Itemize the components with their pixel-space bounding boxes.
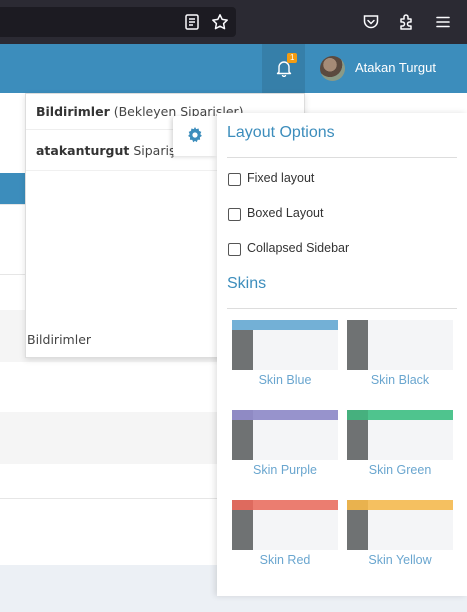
skin-purple-option[interactable]: Skin Purple xyxy=(232,410,338,480)
skin-label: Skin Red xyxy=(259,553,311,567)
skin-body-swatch xyxy=(253,330,338,370)
boxed-layout-checkbox[interactable] xyxy=(228,208,241,221)
control-sidebar-toggle[interactable] xyxy=(173,116,217,156)
notifications-footer-link[interactable]: Bildirimler xyxy=(27,332,91,347)
skin-green-option[interactable]: Skin Green xyxy=(347,410,453,480)
skin-label: Skin Black xyxy=(370,373,430,387)
bookmark-star-icon[interactable] xyxy=(210,13,230,31)
pocket-icon[interactable] xyxy=(361,13,381,31)
skin-sidebar-swatch xyxy=(232,510,253,550)
skin-body-swatch xyxy=(253,510,338,550)
notification-item[interactable]: atakanturgut Sipariş Be xyxy=(36,143,196,158)
main-header: 1 Atakan Turgut xyxy=(0,44,467,93)
skin-logo-swatch xyxy=(347,410,368,420)
skin-logo-swatch xyxy=(232,410,253,420)
skin-sidebar-swatch xyxy=(232,420,253,460)
extensions-icon[interactable] xyxy=(397,13,417,31)
notifications-button[interactable]: 1 xyxy=(262,44,305,93)
skin-yellow-option[interactable]: Skin Yellow xyxy=(347,500,453,570)
skin-logo-swatch xyxy=(232,500,253,510)
reader-view-icon[interactable] xyxy=(182,13,202,31)
skin-label: Skin Blue xyxy=(258,373,312,387)
notification-user: atakanturgut xyxy=(36,143,130,158)
divider xyxy=(227,157,457,158)
option-label: Fixed layout xyxy=(247,171,315,185)
menu-icon[interactable] xyxy=(433,13,453,31)
notifications-title: Bildirimler xyxy=(36,104,110,119)
skin-label: Skin Yellow xyxy=(368,553,432,567)
skin-black-option[interactable]: Skin Black xyxy=(347,320,453,390)
option-label: Boxed Layout xyxy=(247,206,324,220)
skin-label: Skin Purple xyxy=(253,463,317,477)
layout-options-title: Layout Options xyxy=(227,124,335,141)
control-sidebar: Layout Options Fixed layout Boxed Layout… xyxy=(217,113,467,596)
user-avatar[interactable] xyxy=(320,56,345,81)
skin-red-option[interactable]: Skin Red xyxy=(232,500,338,570)
skin-sidebar-swatch xyxy=(232,330,253,370)
skin-logo-swatch xyxy=(347,320,368,330)
fixed-layout-checkbox[interactable] xyxy=(228,173,241,186)
notification-count-badge: 1 xyxy=(287,53,298,63)
skin-body-swatch xyxy=(368,420,453,460)
skin-body-swatch xyxy=(368,330,453,370)
gear-icon xyxy=(188,127,202,143)
divider xyxy=(227,308,457,309)
skin-sidebar-swatch xyxy=(347,510,368,550)
skin-label: Skin Green xyxy=(368,463,432,477)
skin-logo-swatch xyxy=(347,500,368,510)
skin-sidebar-swatch xyxy=(347,420,368,460)
skin-body-swatch xyxy=(368,510,453,550)
user-name[interactable]: Atakan Turgut xyxy=(355,59,436,77)
skin-logo-swatch xyxy=(232,320,253,330)
skins-title: Skins xyxy=(227,275,267,292)
skin-sidebar-swatch xyxy=(347,330,368,370)
content-tab-accent xyxy=(0,173,25,204)
collapsed-sidebar-checkbox[interactable] xyxy=(228,243,241,256)
skin-blue-option[interactable]: Skin Blue xyxy=(232,320,338,390)
skin-body-swatch xyxy=(253,420,338,460)
option-label: Collapsed Sidebar xyxy=(247,241,350,255)
browser-toolbar xyxy=(0,0,467,44)
